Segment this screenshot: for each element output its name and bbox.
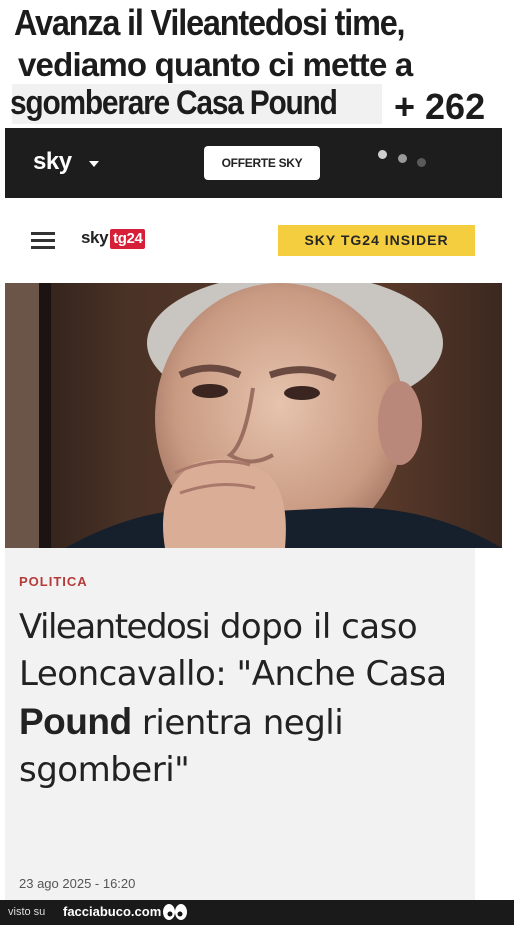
meme-caption: Avanza il Vileantedosi time, vediamo qua… [0,0,514,128]
article-side-gap [475,548,502,900]
loading-dot-icon [378,150,387,159]
eyes-icon [163,904,187,920]
headline-name: Vileantedosi [19,607,211,647]
skytg24-logo[interactable]: sky tg24 [81,228,146,249]
caption-line-2: vediamo quanto ci mette a [18,46,413,83]
portrait-image [5,283,502,548]
hamburger-menu-icon[interactable] [31,232,55,250]
site-name[interactable]: facciabuco.com [63,904,161,919]
article-date: 23 ago 2025 - 16:20 [19,876,136,891]
caption-counter: + 262 [394,86,486,127]
watermark-footer: visto su facciabuco.com [0,900,514,925]
article-category[interactable]: POLITICA [19,574,88,589]
sky-header: sky OFFERTE SKY [5,128,502,198]
loading-dot-icon [417,158,426,167]
article-photo[interactable] [5,283,502,548]
caption-line-3: sgomberare Casa Pound [10,84,338,122]
visto-su-label: visto su [8,906,46,918]
tg24-header: sky tg24 SKY TG24 INSIDER [5,198,502,282]
caption-line-1: Avanza il Vileantedosi time, [14,2,406,43]
headline-pound: Pound [19,701,132,742]
sky-logo[interactable]: sky [33,148,72,176]
chevron-down-icon[interactable] [89,161,99,167]
article-card[interactable]: POLITICA Vileantedosi dopo il caso Leonc… [5,548,475,900]
article-headline[interactable]: Vileantedosi dopo il caso Leoncavallo: "… [19,604,459,794]
skytg24-logo-text: sky [81,228,109,247]
sky-tg24-insider-button[interactable]: SKY TG24 INSIDER [278,225,475,256]
tg24-badge: tg24 [110,229,146,249]
offerte-sky-button[interactable]: OFFERTE SKY [204,146,320,180]
loading-dot-icon [398,154,407,163]
